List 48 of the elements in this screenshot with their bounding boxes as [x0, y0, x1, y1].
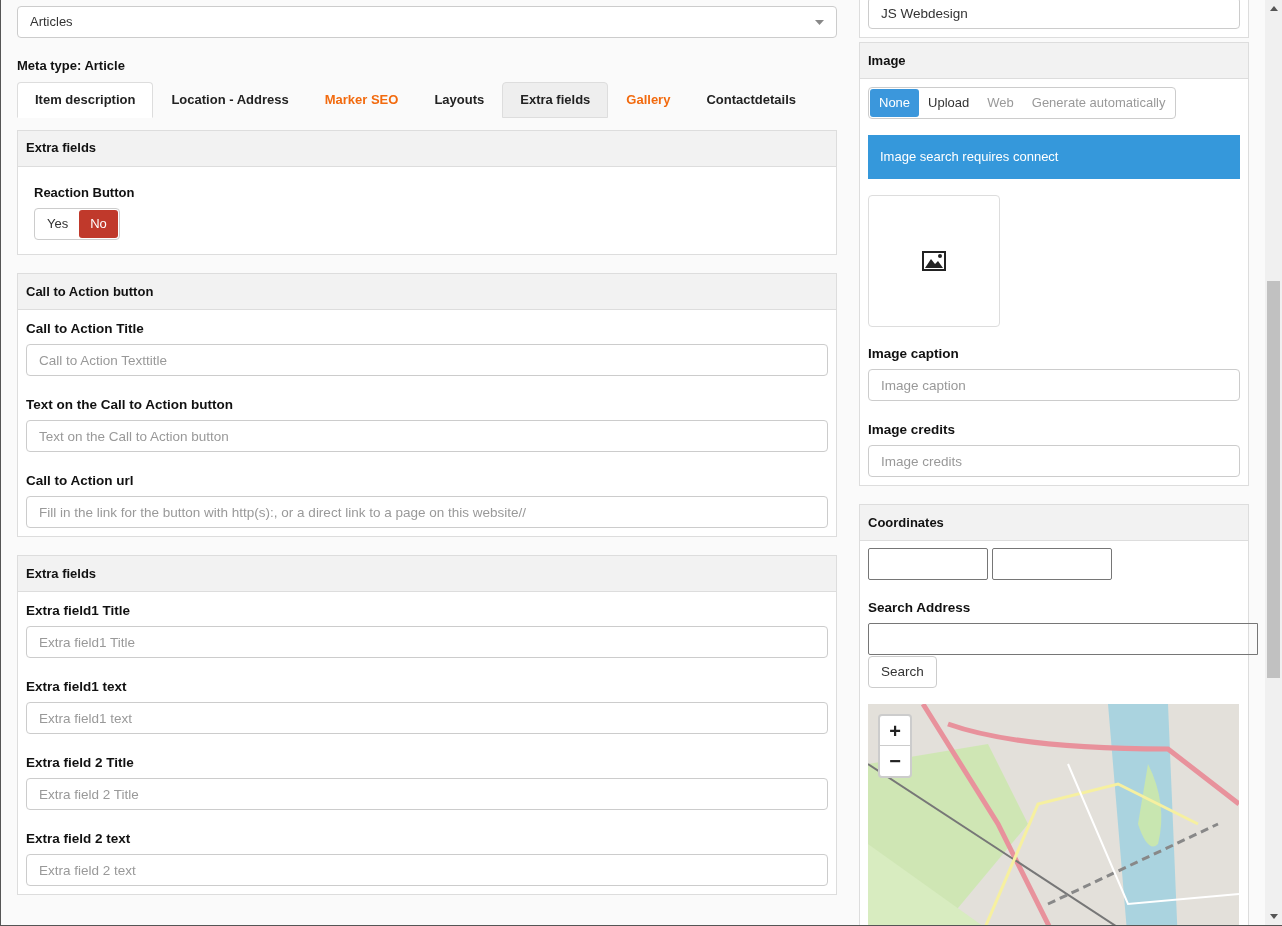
panel-header: Extra fields — [18, 130, 836, 167]
input-field[interactable]: Extra field1 Title — [26, 626, 828, 658]
input-field[interactable] — [868, 623, 1258, 656]
tab[interactable]: Layouts — [416, 81, 503, 118]
scroll-up-icon[interactable] — [1269, 6, 1278, 11]
panel-header: Call to Action button — [18, 274, 836, 310]
input-field[interactable]: Fill in the link for the button with http(s):, or a direct link to a page on this website// — [26, 496, 828, 528]
input-field[interactable] — [992, 548, 1112, 580]
zoom-out-button[interactable]: − — [880, 746, 910, 777]
tab[interactable]: Contactdetails — [688, 81, 814, 118]
input-field[interactable]: Image caption — [868, 369, 1240, 401]
field-label: Reaction Button — [34, 183, 136, 202]
input-field[interactable] — [868, 548, 988, 580]
field-label: Search Address — [868, 599, 972, 617]
search-button[interactable]: Search — [868, 656, 937, 689]
panel-header: Extra fields — [18, 556, 836, 592]
field-label: Extra field 2 Title — [26, 754, 135, 772]
panel-header: Image — [860, 43, 1248, 79]
field-label: Call to Action Title — [26, 320, 145, 338]
tab[interactable]: Location - Address — [153, 81, 307, 118]
toggle-option[interactable]: No — [79, 210, 118, 238]
field-label: Extra field1 Title — [26, 602, 132, 620]
panel-header: Coordinates — [860, 505, 1248, 541]
field-label: Image credits — [868, 421, 957, 439]
input-field[interactable]: Extra field 2 Title — [26, 778, 828, 810]
field-label: Image caption — [868, 345, 960, 363]
field-label: Text on the Call to Action button — [26, 396, 234, 414]
segment[interactable]: Upload — [919, 89, 979, 117]
input-field[interactable]: Extra field1 text — [26, 702, 828, 734]
notice-banner: Image search requires connect — [868, 135, 1240, 179]
toggle-option[interactable]: Yes — [36, 210, 80, 238]
input-field[interactable]: Call to Action Texttitle — [26, 344, 828, 376]
image-icon — [922, 251, 946, 271]
scrollbar-thumb[interactable] — [1267, 281, 1280, 678]
caret-icon — [815, 19, 824, 25]
zoom-in-button[interactable]: + — [880, 716, 910, 747]
category-select[interactable]: Articles — [17, 6, 837, 38]
field-label: Call to Action url — [26, 472, 135, 490]
tab[interactable]: Item description — [17, 81, 154, 118]
input-field[interactable]: Image credits — [868, 445, 1240, 477]
input-field[interactable]: Text on the Call to Action button — [26, 420, 828, 452]
tab[interactable]: Extra fields — [502, 81, 609, 118]
input-field[interactable]: JS Webdesign — [868, 0, 1240, 29]
meta-type-label: Meta type: Article — [17, 57, 126, 75]
scroll-down-icon[interactable] — [1269, 914, 1278, 919]
field-label: Extra field 2 text — [26, 830, 132, 848]
input-field[interactable]: Extra field 2 text — [26, 854, 828, 886]
field-label: Extra field1 text — [26, 678, 128, 696]
